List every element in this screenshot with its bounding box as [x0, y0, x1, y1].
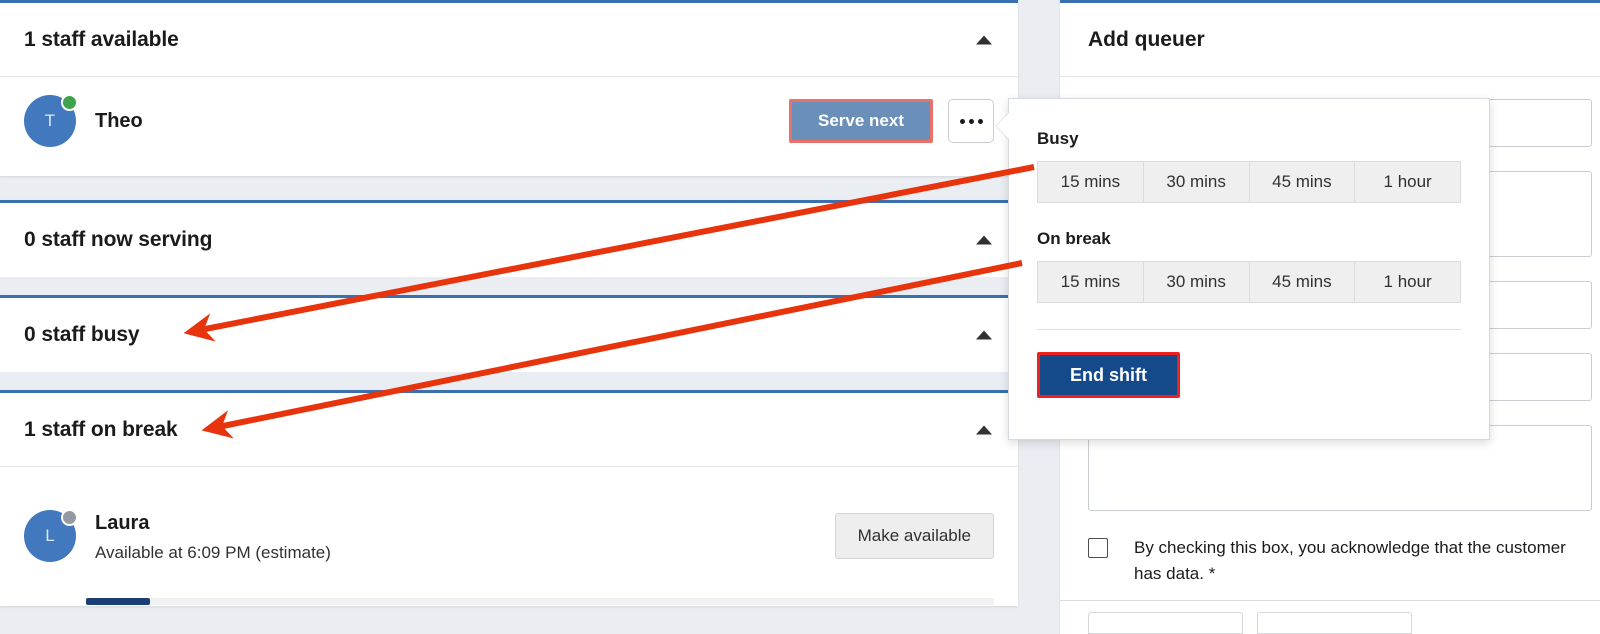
section-header-available[interactable]: 1 staff available [0, 3, 1018, 77]
popover-divider [1037, 329, 1461, 330]
staff-row-laura: L Laura Available at 6:09 PM (estimate) … [0, 467, 1018, 605]
section-title-now-serving: 0 staff now serving [24, 228, 213, 251]
avatar: T [24, 94, 78, 147]
break-option-15[interactable]: 15 mins [1037, 261, 1143, 303]
add-queuer-footer [1060, 600, 1600, 634]
staff-info-theo: Theo [95, 108, 143, 135]
status-dot-online-icon [61, 94, 78, 111]
break-option-60[interactable]: 1 hour [1354, 261, 1461, 303]
footer-secondary-button[interactable] [1257, 612, 1412, 634]
chevron-up-icon[interactable] [976, 235, 992, 245]
end-shift-button[interactable]: End shift [1037, 352, 1180, 398]
staff-section-busy: 0 staff busy [0, 295, 1018, 372]
consent-checkbox[interactable] [1088, 538, 1108, 558]
break-duration-group: 15 mins 30 mins 45 mins 1 hour [1037, 261, 1461, 303]
status-dot-away-icon [61, 509, 78, 526]
section-title-busy: 0 staff busy [24, 323, 140, 346]
staff-row-actions: Serve next [789, 99, 994, 143]
popover-caret-icon [996, 113, 1009, 139]
staff-section-on-break: 1 staff on break L Laura Available at 6:… [0, 390, 1018, 606]
busy-option-60[interactable]: 1 hour [1354, 161, 1461, 203]
staff-status-popover: Busy 15 mins 30 mins 45 mins 1 hour On b… [996, 98, 1490, 440]
ellipsis-icon[interactable] [948, 99, 994, 143]
serve-next-button[interactable]: Serve next [789, 99, 933, 143]
busy-duration-group: 15 mins 30 mins 45 mins 1 hour [1037, 161, 1461, 203]
staff-section-available: 1 staff available T Theo Serve next [0, 0, 1018, 176]
busy-option-45[interactable]: 45 mins [1248, 161, 1355, 203]
staff-queue-column: 1 staff available T Theo Serve next 0 st… [0, 0, 1018, 634]
add-queuer-header: Add queuer [1060, 3, 1600, 77]
busy-option-30[interactable]: 30 mins [1142, 161, 1249, 203]
staff-row-actions: Make available [834, 513, 994, 559]
page-title: Add queuer [1088, 27, 1205, 51]
section-title-on-break: 1 staff on break [24, 417, 178, 441]
consent-checkbox-row: By checking this box, you acknowledge th… [1088, 535, 1592, 588]
staff-name: Laura [95, 511, 150, 534]
chevron-up-icon[interactable] [976, 425, 992, 434]
popover-break-label: On break [1037, 229, 1111, 248]
avatar: L [24, 509, 78, 562]
chevron-up-icon[interactable] [976, 35, 992, 44]
staff-name: Theo [95, 109, 143, 132]
break-option-30[interactable]: 30 mins [1142, 261, 1249, 303]
section-header-busy[interactable]: 0 staff busy [0, 298, 1018, 372]
staff-info-laura: Laura Available at 6:09 PM (estimate) [95, 510, 331, 563]
break-progress-fill [86, 598, 150, 605]
break-option-45[interactable]: 45 mins [1248, 261, 1355, 303]
popover-busy-label: Busy [1037, 129, 1079, 148]
break-progress-bar [86, 598, 994, 605]
section-header-on-break[interactable]: 1 staff on break [0, 393, 1018, 467]
staff-availability-estimate: Available at 6:09 PM (estimate) [95, 542, 331, 562]
make-available-button[interactable]: Make available [834, 513, 994, 559]
busy-option-15[interactable]: 15 mins [1037, 161, 1143, 203]
section-header-now-serving[interactable]: 0 staff now serving [0, 203, 1018, 277]
section-title-available: 1 staff available [24, 27, 179, 51]
consent-label-line2: data. * [1166, 564, 1216, 584]
footer-primary-button[interactable] [1088, 612, 1243, 634]
staff-section-now-serving: 0 staff now serving [0, 200, 1018, 277]
staff-row-theo: T Theo Serve next [0, 77, 1018, 165]
consent-label: By checking this box, you acknowledge th… [1134, 535, 1592, 588]
chevron-up-icon[interactable] [976, 330, 992, 340]
app-root: 1 staff available T Theo Serve next 0 st… [0, 0, 1600, 634]
